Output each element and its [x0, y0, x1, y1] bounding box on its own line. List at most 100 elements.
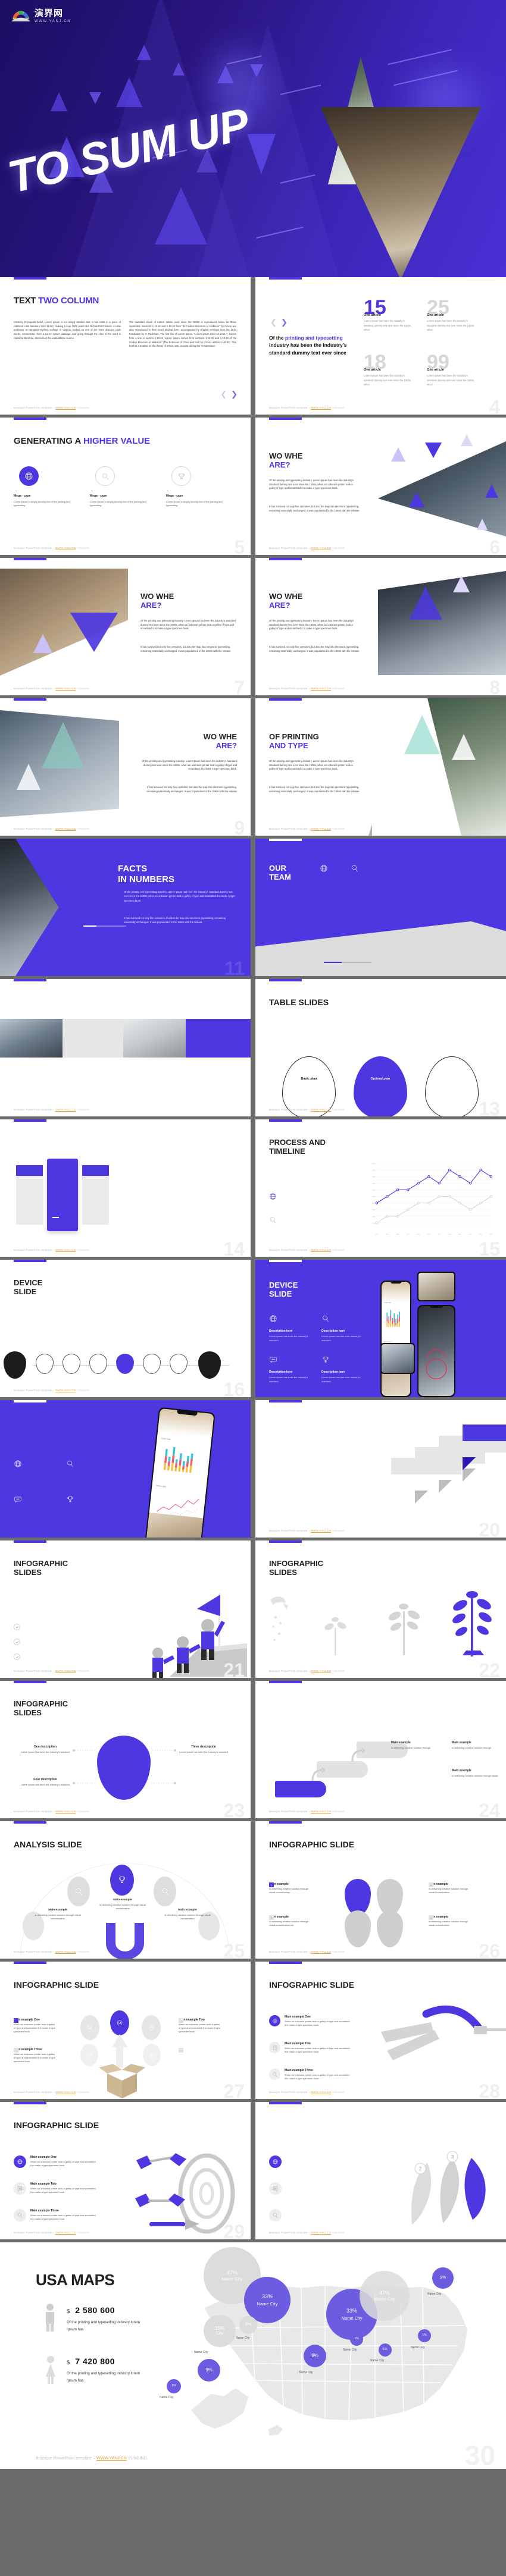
- slide-idea-finance[interactable]: ANALYSIS SLIDE Main example Is deliverin…: [0, 1821, 251, 1959]
- prev-arrow-icon[interactable]: ❮: [220, 390, 227, 399]
- slide-device-2[interactable]: Chart data Below data: [0, 1400, 251, 1538]
- footer-link[interactable]: WWW.YANJ.CN: [311, 1670, 331, 1673]
- map-bubble[interactable]: 47% Name City: [360, 2271, 410, 2321]
- slide-infographic-years[interactable]: Main example Is delivering creative solu…: [255, 1681, 506, 1818]
- page-number: 8: [489, 677, 500, 695]
- slide-table-slides-cards[interactable]: Boutique PowerPoint template – WWW.YANJ.…: [0, 1119, 251, 1257]
- slide-body-1: Of the printing and typesetting industry…: [140, 619, 236, 630]
- slide-run-process[interactable]: Boutique PowerPoint template – WWW.YANJ.…: [255, 1400, 506, 1538]
- slide-footer: Boutique PowerPoint template – WWW.YANJ.…: [14, 1108, 90, 1111]
- next-arrow-icon[interactable]: ❯: [281, 318, 288, 327]
- timeline-node[interactable]: [170, 1354, 188, 1374]
- progress-track[interactable]: [324, 962, 371, 963]
- slide-text-two-column[interactable]: TEXT TWO COLUMN Contrary to popular beli…: [0, 277, 251, 415]
- map-stat-2-value: $ 7 420 800: [67, 2357, 115, 2366]
- slide-footer: Boutique PowerPoint template – WWW.YANJ.…: [14, 687, 90, 690]
- svg-text:10000: 10000: [371, 1163, 376, 1165]
- footer-link[interactable]: WWW.YANJ.CN: [55, 547, 76, 550]
- map-bubble[interactable]: 1%: [350, 2333, 363, 2346]
- footer-link[interactable]: WWW.YANJ.CN: [55, 1108, 76, 1111]
- nav-arrows[interactable]: ❮ ❯: [220, 390, 238, 399]
- footer-link[interactable]: WWW.YANJ.CN: [311, 827, 331, 830]
- slide-wo-whe-are-4[interactable]: WO WHE ARE? Of the printing and typesett…: [0, 698, 251, 836]
- footer-link[interactable]: WWW.YANJ.CN: [55, 1950, 76, 1953]
- map-bubble[interactable]: 1%: [379, 2343, 392, 2357]
- map-bubble[interactable]: 1%: [418, 2329, 431, 2342]
- map-bubble[interactable]: 9%: [239, 2316, 257, 2334]
- timeline-node[interactable]: [143, 1354, 161, 1374]
- footer-link[interactable]: WWW.YANJ.CN: [55, 827, 76, 830]
- footer-link[interactable]: WWW.YANJ.CN: [311, 1950, 331, 1953]
- slide-chart[interactable]: PROCESS AND TIMELINE 1000 2000 3000 4000…: [255, 1119, 506, 1257]
- slide-tab: [269, 1119, 302, 1122]
- footer-link[interactable]: WWW.YANJ.CN: [311, 547, 331, 550]
- footer-link[interactable]: WWW.YANJ.CN: [55, 1248, 76, 1251]
- slide-wo-whe-are-1[interactable]: WO WHE ARE? Of the printing and typesett…: [255, 418, 506, 555]
- slide-infographic-trees[interactable]: INFOGRAPHIC SLIDES Boutique PowerPoint t…: [255, 1540, 506, 1678]
- footer-link[interactable]: WWW.YANJ.CN: [55, 1389, 76, 1392]
- slide-infographic-arrow[interactable]: INFOGRAPHIC SLIDE Main example One When a…: [255, 1962, 506, 2099]
- footer-link[interactable]: WWW.YANJ.CN: [55, 687, 76, 690]
- timeline-node[interactable]: [36, 1354, 54, 1374]
- footer-link[interactable]: WWW.YANJ.CN: [55, 1670, 76, 1673]
- timeline-node[interactable]: [89, 1354, 107, 1374]
- nav-arrows[interactable]: ❮ ❯: [270, 318, 288, 327]
- slide-wo-whe-are-2[interactable]: WO WHE ARE? Of the printing and typesett…: [0, 558, 251, 695]
- slide-facts-in-numbers[interactable]: OUR TEAM: [255, 839, 506, 976]
- footer-link[interactable]: WWW.YANJ.CN: [311, 1248, 331, 1251]
- map-bubble[interactable]: 9%: [304, 2345, 326, 2367]
- slide-process-timeline[interactable]: DEVICE SLIDE Boutique PowerPoint templat…: [0, 1260, 251, 1397]
- map-bubble[interactable]: 1%: [167, 2379, 181, 2393]
- slide-our-team[interactable]: Boutique PowerPoint template – WWW.YANJ.…: [0, 979, 251, 1116]
- svg-text:1000: 1000: [372, 1222, 376, 1224]
- swot-o[interactable]: [345, 1910, 371, 1947]
- slide-infographic-flag[interactable]: INFOGRAPHIC SLIDES Boutique PowerPoint t…: [0, 1540, 251, 1678]
- footer-link[interactable]: WWW.YANJ.CN: [311, 2231, 331, 2234]
- footer-link[interactable]: WWW.YANJ.CN: [311, 1810, 331, 1813]
- slide-table-slides-drops[interactable]: TABLE SLIDES Basic plan Optimal plan Bou…: [255, 979, 506, 1116]
- footer-link[interactable]: WWW.YANJ.CN: [311, 1108, 331, 1111]
- slide-usa-maps[interactable]: USA MAPS $ 2 580 600 Of the printing and…: [0, 2242, 506, 2469]
- slide-infographic-target[interactable]: INFOGRAPHIC SLIDE Main example One When a…: [0, 2102, 251, 2239]
- footer-link[interactable]: WWW.YANJ.CN: [96, 2456, 127, 2461]
- plan-card-optimal[interactable]: [82, 1165, 109, 1225]
- slide-numbers[interactable]: ❮ ❯ Of the printing and typesetting indu…: [255, 277, 506, 415]
- slide-infographic-box[interactable]: INFOGRAPHIC SLIDE Main example One When a…: [0, 1962, 251, 2099]
- slide-footer: Boutique PowerPoint template – WWW.YANJ.…: [269, 1670, 345, 1673]
- prev-arrow-icon[interactable]: ❮: [270, 318, 277, 327]
- timeline-finish[interactable]: [198, 1351, 221, 1379]
- slide-infographic-leaf[interactable]: 2 3 Boutique PowerPoint template – WWW.Y…: [255, 2102, 506, 2239]
- plan-drop-1[interactable]: Basic plan: [282, 1056, 336, 1116]
- slide-generating-higher-value[interactable]: GENERATING A HIGHER VALUE Mega - case Lo…: [0, 418, 251, 555]
- map-bubble[interactable]: 15% City: [204, 2315, 236, 2347]
- slide-analysis-swot[interactable]: INFOGRAPHIC SLIDE 1 Main example Is deliv…: [255, 1821, 506, 1959]
- footer-link[interactable]: WWW.YANJ.CN: [55, 406, 76, 409]
- process-card-4[interactable]: [463, 1425, 506, 1441]
- plan-drop-3[interactable]: [425, 1056, 479, 1116]
- footer-link[interactable]: WWW.YANJ.CN: [311, 1529, 331, 1532]
- footer-link[interactable]: WWW.YANJ.CN: [311, 2091, 331, 2094]
- footer-link[interactable]: WWW.YANJ.CN: [55, 2091, 76, 2094]
- footer-link[interactable]: WWW.YANJ.CN: [55, 1810, 76, 1813]
- plan-card-center[interactable]: [47, 1159, 78, 1231]
- trophy-icon: [66, 1496, 74, 1506]
- footer-link[interactable]: WWW.YANJ.CN: [311, 687, 331, 690]
- timeline-node[interactable]: [63, 1354, 80, 1374]
- map-bubble[interactable]: 9%: [198, 2359, 220, 2382]
- timeline-node-break[interactable]: [116, 1354, 134, 1374]
- slide-wo-whe-are-5[interactable]: OF PRINTING AND TYPE Of the printing and…: [255, 698, 506, 836]
- timeline-start[interactable]: [4, 1351, 26, 1379]
- progress-track[interactable]: [83, 925, 126, 927]
- slide-device-1[interactable]: DEVICE SLIDE Description here Lorem Ipsu…: [255, 1260, 506, 1397]
- footer-link[interactable]: WWW.YANJ.CN: [311, 406, 331, 409]
- next-arrow-icon[interactable]: ❯: [231, 390, 238, 399]
- slide-infographic-drop[interactable]: INFOGRAPHIC SLIDES One description Lorem…: [0, 1681, 251, 1818]
- slide-of-printing-and-type[interactable]: FACTS IN NUMBERS Of the printing and typ…: [0, 839, 251, 976]
- box-item-2: Main example Two When an unknown printer …: [179, 2018, 220, 2034]
- plan-drop-2[interactable]: Optimal plan: [354, 1056, 407, 1116]
- swot-t[interactable]: [377, 1910, 403, 1947]
- plan-card-basic[interactable]: [16, 1165, 43, 1225]
- slide-wo-whe-are-3[interactable]: WO WHE ARE? Of the printing and typesett…: [255, 558, 506, 695]
- map-bubble[interactable]: 9%: [432, 2267, 454, 2289]
- footer-link[interactable]: WWW.YANJ.CN: [55, 2231, 76, 2234]
